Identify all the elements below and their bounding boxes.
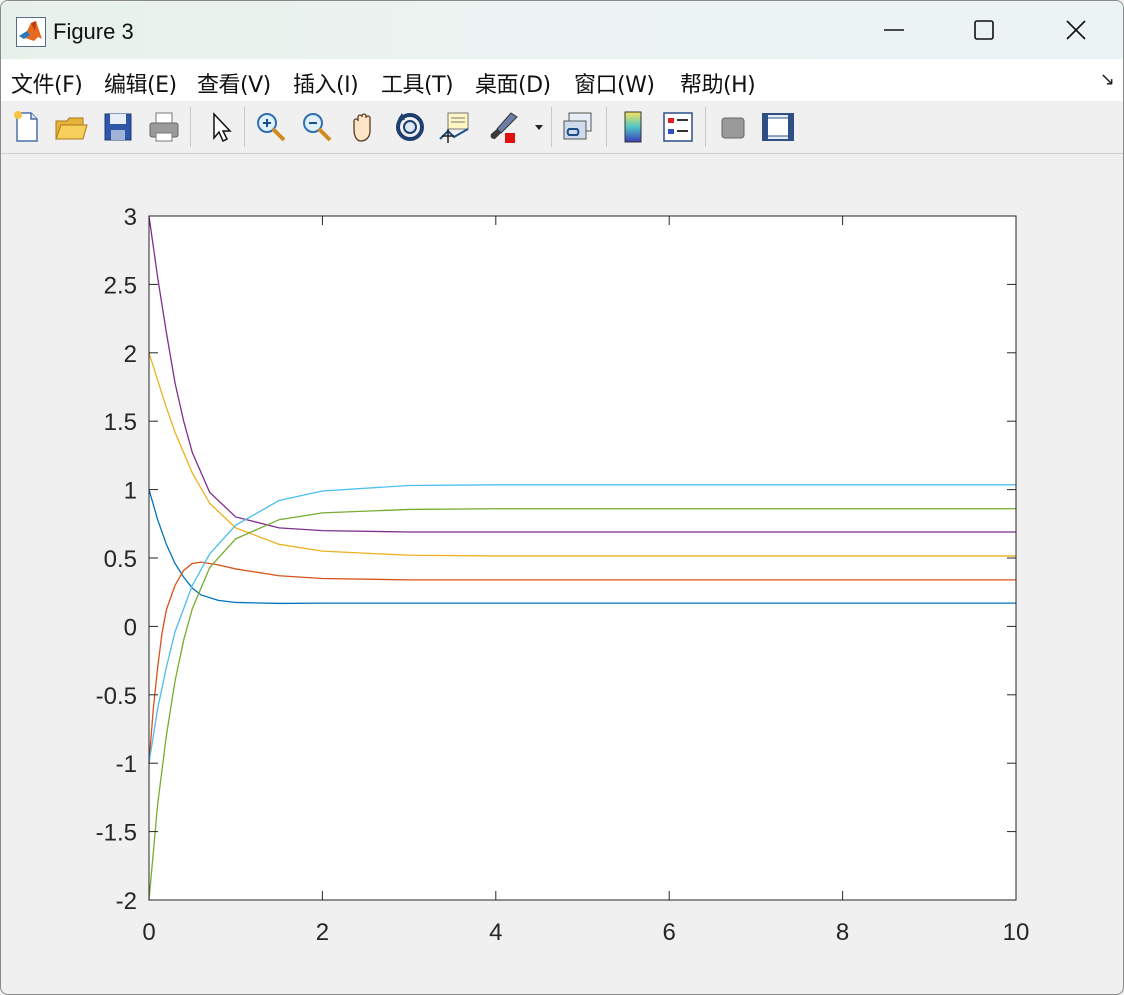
y-tick-label: -1 — [116, 751, 137, 778]
link-plot-icon[interactable] — [561, 109, 597, 145]
figure-window: Figure 3 文件(F) 编辑(E) 查看(V) 插入(I) 工具(T) 桌… — [0, 0, 1124, 995]
y-tick-label: 2 — [124, 341, 137, 368]
y-tick-label: 1 — [124, 478, 137, 505]
maximize-icon — [974, 20, 994, 40]
menu-edit[interactable]: 编辑(E) — [104, 67, 177, 99]
select-pointer-icon[interactable] — [202, 109, 238, 145]
x-tick-label: 8 — [836, 919, 849, 946]
menu-tools[interactable]: 工具(T) — [381, 67, 454, 99]
brush-dropdown-icon[interactable] — [531, 109, 547, 145]
y-tick-label: -0.5 — [96, 683, 137, 710]
maximize-button[interactable] — [939, 1, 1029, 59]
figure-toolbar — [1, 101, 1123, 154]
toolbar-separator — [606, 107, 607, 147]
colorbar-icon[interactable] — [615, 109, 651, 145]
x-tick-label: 0 — [142, 919, 155, 946]
x-tick-label: 2 — [316, 919, 329, 946]
menu-window[interactable]: 窗口(W) — [574, 67, 655, 99]
print-icon[interactable] — [146, 109, 182, 145]
matlab-logo-icon — [16, 17, 46, 47]
title-bar[interactable]: Figure 3 — [1, 1, 1123, 59]
toolbar-separator — [551, 107, 552, 147]
toolbar-separator — [244, 107, 245, 147]
axes-background — [149, 216, 1016, 900]
plot-area: 0 2 4 6 8 10 3 2.5 2 1.5 1 0.5 0 -0.5 -1 -1.5 -2 — [1, 153, 1123, 994]
y-tick-label: 3 — [124, 204, 137, 231]
save-icon[interactable] — [100, 109, 136, 145]
zoom-in-icon[interactable] — [253, 109, 289, 145]
menu-insert[interactable]: 插入(I) — [293, 67, 359, 99]
y-tick-label: -1.5 — [96, 820, 137, 847]
toolbar-separator — [705, 107, 706, 147]
menu-bar: 文件(F) 编辑(E) 查看(V) 插入(I) 工具(T) 桌面(D) 窗口(W… — [1, 59, 1123, 102]
y-tick-label: 2.5 — [104, 272, 137, 299]
legend-icon[interactable] — [660, 109, 696, 145]
brush-icon[interactable] — [485, 109, 521, 145]
y-tick-label: 0 — [124, 614, 137, 641]
x-tick-label: 10 — [1003, 919, 1030, 946]
y-tick-label: 1.5 — [104, 409, 137, 436]
y-tick-label: -2 — [116, 888, 137, 915]
menu-file[interactable]: 文件(F) — [11, 67, 83, 99]
window-title: Figure 3 — [53, 19, 134, 44]
new-figure-icon[interactable] — [9, 109, 45, 145]
minimize-button[interactable] — [849, 1, 939, 59]
data-cursor-icon[interactable] — [438, 109, 474, 145]
zoom-out-icon[interactable] — [299, 109, 335, 145]
line-chart[interactable]: 0 2 4 6 8 10 3 2.5 2 1.5 1 0.5 0 -0.5 -1 -1.5 -2 — [1, 153, 1123, 994]
close-icon — [1066, 20, 1086, 40]
pan-hand-icon[interactable] — [346, 109, 382, 145]
minimize-icon — [884, 29, 904, 31]
menu-desktop[interactable]: 桌面(D) — [475, 67, 551, 99]
x-tick-label: 6 — [663, 919, 676, 946]
menu-view[interactable]: 查看(V) — [197, 67, 271, 99]
open-file-icon[interactable] — [53, 109, 89, 145]
hide-plot-tools-icon[interactable] — [715, 109, 751, 145]
x-tick-label: 4 — [489, 919, 502, 946]
menu-help[interactable]: 帮助(H) — [680, 67, 756, 99]
y-tick-label: 0.5 — [104, 546, 137, 573]
show-plot-tools-icon[interactable] — [760, 109, 796, 145]
dock-arrow-icon[interactable]: ↘ — [1100, 69, 1115, 90]
toolbar-separator — [190, 107, 191, 147]
rotate-3d-icon[interactable] — [392, 109, 428, 145]
close-button[interactable] — [1031, 1, 1121, 59]
